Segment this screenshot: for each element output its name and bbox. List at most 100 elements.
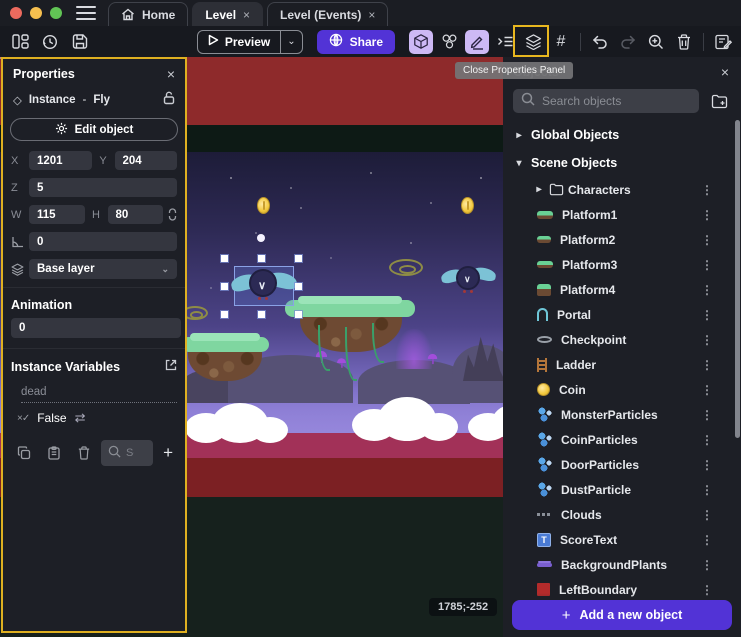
object-list-item[interactable]: Coin ⋮: [503, 377, 741, 402]
angle-field[interactable]: [29, 232, 177, 251]
kebab-menu-icon[interactable]: ⋮: [701, 383, 713, 397]
coin-sprite[interactable]: [461, 197, 474, 214]
link-dimensions-icon[interactable]: [168, 208, 177, 221]
object-list-item[interactable]: Platform1 ⋮: [503, 202, 741, 227]
object-list-item[interactable]: Clouds ⋮: [503, 502, 741, 527]
kebab-menu-icon[interactable]: ⋮: [701, 508, 713, 522]
edit-object-button[interactable]: Edit object: [10, 118, 178, 141]
preview-button[interactable]: Preview ⌄: [197, 30, 303, 54]
variable-value[interactable]: False: [37, 411, 66, 425]
toggle-boolean-icon[interactable]: ⇄: [75, 410, 86, 426]
kebab-menu-icon[interactable]: ⋮: [701, 358, 713, 372]
edit-events-icon[interactable]: [711, 30, 735, 54]
selection-handle[interactable]: [258, 255, 265, 262]
history-icon[interactable]: [38, 30, 62, 54]
object-label: Coin: [559, 383, 586, 397]
delete-icon[interactable]: [672, 30, 696, 54]
delete-variable-icon[interactable]: [71, 440, 97, 466]
width-field[interactable]: [29, 205, 85, 224]
edit-properties-icon[interactable]: [465, 30, 489, 54]
kebab-menu-icon[interactable]: ⋮: [701, 458, 713, 472]
x-field[interactable]: [29, 151, 92, 170]
paste-variable-icon[interactable]: [41, 440, 67, 466]
object-list-item[interactable]: CoinParticles ⋮: [503, 427, 741, 452]
save-icon[interactable]: [68, 30, 92, 54]
redo-icon[interactable]: [616, 30, 640, 54]
toggle-3d-view-icon[interactable]: [409, 30, 433, 54]
global-objects-group[interactable]: ▸ Global Objects: [503, 121, 741, 149]
unlock-icon[interactable]: [163, 91, 175, 108]
tab-home[interactable]: Home: [108, 2, 188, 26]
object-list-item[interactable]: MonsterParticles ⋮: [503, 402, 741, 427]
share-button[interactable]: Share: [317, 30, 395, 54]
close-window-button[interactable]: [10, 7, 22, 19]
close-properties-icon[interactable]: ×: [167, 67, 175, 81]
kebab-menu-icon[interactable]: ⋮: [701, 558, 713, 572]
object-list-item[interactable]: T ScoreText ⋮: [503, 527, 741, 552]
height-field[interactable]: [108, 205, 164, 224]
object-list-item[interactable]: Platform3 ⋮: [503, 252, 741, 277]
object-list-item[interactable]: Platform2 ⋮: [503, 227, 741, 252]
add-folder-icon[interactable]: [707, 89, 731, 113]
kebab-menu-icon[interactable]: ⋮: [701, 583, 713, 597]
selection-handle[interactable]: [258, 311, 265, 318]
kebab-menu-icon[interactable]: ⋮: [701, 433, 713, 447]
object-list-item[interactable]: Checkpoint ⋮: [503, 327, 741, 352]
selection-handle[interactable]: [221, 283, 228, 290]
variable-name[interactable]: dead: [21, 386, 177, 403]
main-menu-icon[interactable]: [76, 6, 96, 20]
selection-handle[interactable]: [221, 311, 228, 318]
kebab-menu-icon[interactable]: ⋮: [701, 308, 713, 322]
scene-objects-group[interactable]: ▾ Scene Objects: [503, 149, 741, 177]
undo-icon[interactable]: [588, 30, 612, 54]
object-list-item[interactable]: DoorParticles ⋮: [503, 452, 741, 477]
kebab-menu-icon[interactable]: ⋮: [701, 233, 713, 247]
selection-handle[interactable]: [221, 255, 228, 262]
kebab-menu-icon[interactable]: ⋮: [701, 408, 713, 422]
object-list-item[interactable]: DustParticle ⋮: [503, 477, 741, 502]
zoom-in-icon[interactable]: [644, 30, 668, 54]
y-field[interactable]: [115, 151, 178, 170]
layer-select[interactable]: Base layer ⌄: [29, 259, 177, 279]
selection-handle[interactable]: [295, 255, 302, 262]
variable-value-row[interactable]: ×✓ False ⇄: [17, 410, 177, 426]
kebab-menu-icon[interactable]: ⋮: [701, 283, 713, 297]
selection-handle[interactable]: [295, 311, 302, 318]
kebab-menu-icon[interactable]: ⋮: [701, 483, 713, 497]
zoom-window-button[interactable]: [50, 7, 62, 19]
object-list-item[interactable]: BackgroundPlants ⋮: [503, 552, 741, 577]
object-groups-icon[interactable]: [437, 30, 461, 54]
open-variables-editor-icon[interactable]: [165, 359, 177, 374]
kebab-menu-icon[interactable]: ⋮: [701, 208, 713, 222]
kebab-menu-icon[interactable]: ⋮: [701, 333, 713, 347]
objects-scrollbar[interactable]: [735, 120, 740, 438]
kebab-menu-icon[interactable]: ⋮: [701, 533, 713, 547]
z-field[interactable]: [29, 178, 177, 197]
tab-level-events[interactable]: Level (Events) ×: [267, 2, 388, 26]
close-objects-panel-icon[interactable]: ×: [721, 65, 729, 79]
add-variable-button[interactable]: +: [157, 443, 177, 463]
close-tab-icon[interactable]: ×: [368, 8, 375, 22]
object-list-item[interactable]: ▸ Characters ⋮: [503, 177, 741, 202]
kebab-menu-icon[interactable]: ⋮: [701, 258, 713, 272]
tab-level[interactable]: Level ×: [192, 2, 263, 26]
close-tab-icon[interactable]: ×: [243, 8, 250, 22]
objects-search-input[interactable]: Search objects: [513, 89, 699, 113]
minimize-window-button[interactable]: [30, 7, 42, 19]
selection-handle[interactable]: [295, 283, 302, 290]
instances-list-icon[interactable]: [493, 30, 517, 54]
object-list-item[interactable]: Platform4 ⋮: [503, 277, 741, 302]
preview-options-chevron-icon[interactable]: ⌄: [280, 31, 301, 53]
kebab-menu-icon[interactable]: ⋮: [701, 183, 713, 197]
object-list-item[interactable]: Portal ⋮: [503, 302, 741, 327]
object-list-item[interactable]: Ladder ⋮: [503, 352, 741, 377]
add-object-button[interactable]: + Add a new object: [512, 600, 732, 630]
layers-icon[interactable]: [521, 30, 545, 54]
coin-sprite[interactable]: [257, 197, 270, 214]
variable-search-input[interactable]: Search: [101, 440, 153, 466]
copy-variable-icon[interactable]: [11, 440, 37, 466]
animation-field[interactable]: [11, 318, 181, 338]
grid-icon[interactable]: #: [549, 30, 573, 54]
open-panels-icon[interactable]: [8, 30, 32, 54]
object-list-item[interactable]: LeftBoundary ⋮: [503, 577, 741, 602]
